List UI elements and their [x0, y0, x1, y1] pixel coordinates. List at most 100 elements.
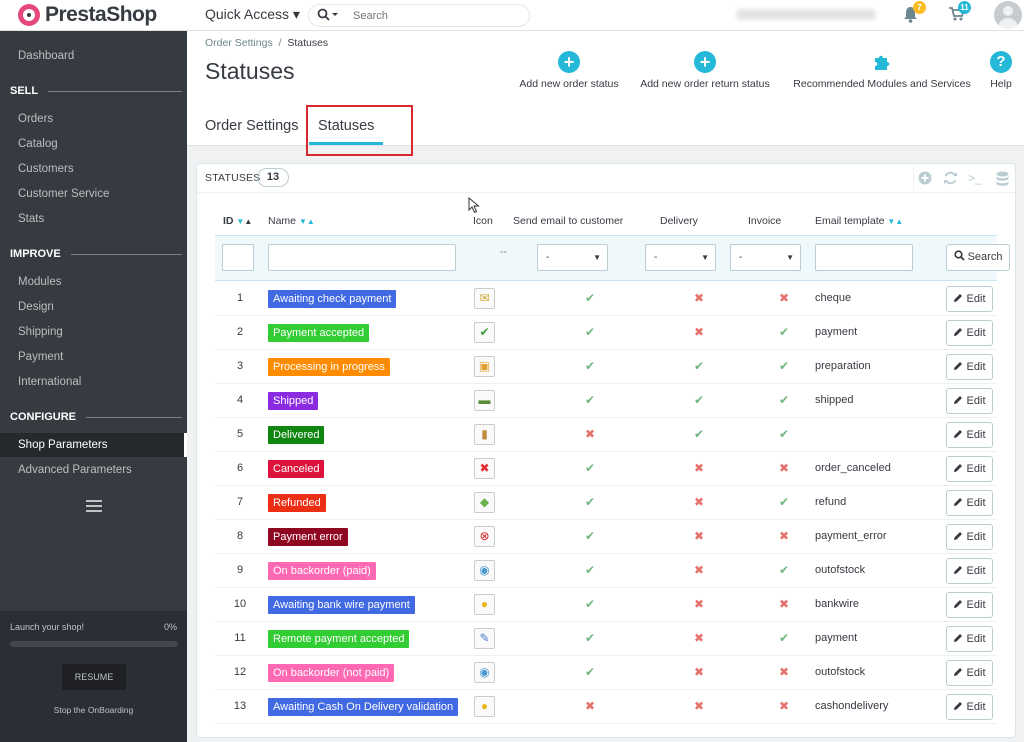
- invoice-check-icon: ✔: [778, 359, 790, 373]
- filter-name-input[interactable]: [268, 244, 456, 271]
- table-row[interactable]: 7 Refunded ◆ ✔ ✖ ✔ refund Edit: [215, 486, 997, 520]
- table-row[interactable]: 9 On backorder (paid) ◉ ✔ ✖ ✔ outofstock Edit: [215, 554, 997, 588]
- sort-asc-icon[interactable]: ▲: [895, 217, 903, 226]
- table-row[interactable]: 5 Delivered ▮ ✖ ✔ ✔ Edit: [215, 418, 997, 452]
- sidebar-item-customer-service[interactable]: Customer Service: [0, 182, 187, 206]
- notifications-bell[interactable]: 7: [903, 1, 926, 28]
- delivery-cross-icon: ✖: [693, 461, 705, 475]
- sql-query-icon[interactable]: >_: [968, 171, 982, 185]
- edit-button[interactable]: Edit: [946, 388, 993, 414]
- sidebar-item-orders[interactable]: Orders: [0, 107, 187, 131]
- edit-button[interactable]: Edit: [946, 694, 993, 720]
- sidebar-item-modules[interactable]: Modules: [0, 270, 187, 294]
- stop-onboarding-link[interactable]: Stop the OnBoarding: [0, 705, 187, 715]
- sidebar-item-shop-parameters[interactable]: Shop Parameters: [0, 433, 187, 457]
- sidebar-item-payment[interactable]: Payment: [0, 345, 187, 369]
- filter-row: -- - ▼ - ▼ - ▼ Search: [215, 235, 1010, 281]
- status-name-badge: Remote payment accepted: [268, 630, 410, 648]
- sidebar-item-catalog[interactable]: Catalog: [0, 132, 187, 156]
- sidebar-item-stats[interactable]: Stats: [0, 207, 187, 231]
- add-order-status-button[interactable]: + Add new order status: [514, 51, 624, 90]
- table-row[interactable]: 6 Canceled ✖ ✔ ✖ ✖ order_canceled Edit: [215, 452, 997, 486]
- sidebar-item-international[interactable]: International: [0, 370, 187, 394]
- pencil-icon: [954, 294, 963, 302]
- refresh-icon[interactable]: [943, 171, 958, 188]
- column-label: Email template: [815, 215, 885, 227]
- search-input[interactable]: [353, 8, 523, 23]
- shop-url-blurred[interactable]: [736, 9, 876, 20]
- database-icon[interactable]: [996, 171, 1009, 190]
- status-name-badge: Processing in progress: [268, 358, 390, 376]
- tab-order-settings[interactable]: Order Settings: [205, 118, 299, 134]
- breadcrumb-parent[interactable]: Order Settings: [205, 37, 273, 49]
- pencil-icon: [954, 362, 963, 370]
- edit-button[interactable]: Edit: [946, 286, 993, 312]
- table-row[interactable]: 8 Payment error ⊗ ✔ ✖ ✖ payment_error Edit: [215, 520, 997, 554]
- sidebar-item-dashboard[interactable]: Dashboard: [0, 44, 187, 68]
- recommended-modules-button[interactable]: Recommended Modules and Services: [787, 51, 977, 90]
- table-row[interactable]: 1 Awaiting check payment ✉ ✔ ✖ ✖ cheque Edit: [215, 282, 997, 316]
- edit-button[interactable]: Edit: [946, 660, 993, 686]
- column-label: Name: [268, 215, 297, 227]
- table-row[interactable]: 4 Shipped ▬ ✔ ✔ ✔ shipped Edit: [215, 384, 997, 418]
- quick-access-dropdown[interactable]: Quick Access ▾: [205, 6, 300, 23]
- edit-button[interactable]: Edit: [946, 422, 993, 448]
- edit-button[interactable]: Edit: [946, 354, 993, 380]
- menu-collapse-icon[interactable]: [86, 500, 102, 512]
- sort-asc-icon[interactable]: ▲: [307, 217, 315, 226]
- column-header-email-template[interactable]: Email template ▼▲: [815, 215, 903, 227]
- panel-title: STATUSES: [205, 172, 261, 184]
- delivery-cross-icon: ✖: [693, 291, 705, 305]
- sidebar-item-customers[interactable]: Customers: [0, 157, 187, 181]
- button-label: Add new order return status: [640, 78, 770, 90]
- filter-delivery-select[interactable]: - ▼: [645, 244, 716, 271]
- status-id: 7: [236, 496, 244, 508]
- button-label: Edit: [966, 633, 986, 645]
- edit-button[interactable]: Edit: [946, 456, 993, 482]
- search-icon[interactable]: [317, 8, 339, 25]
- send-email-check-icon: ✔: [584, 393, 596, 407]
- edit-button[interactable]: Edit: [946, 626, 993, 652]
- filter-id-input[interactable]: [222, 244, 254, 271]
- breadcrumb-separator: /: [278, 37, 282, 49]
- table-row[interactable]: 13 Awaiting Cash On Delivery validation ● ✖…: [215, 690, 997, 724]
- sort-desc-icon[interactable]: ▼: [299, 217, 307, 226]
- onboarding-panel: Launch your shop! 0% RESUME Stop the OnB…: [0, 611, 187, 742]
- sidebar-section-improve: IMPROVE: [10, 248, 182, 260]
- edit-button[interactable]: Edit: [946, 490, 993, 516]
- add-new-icon[interactable]: [918, 171, 932, 188]
- sort-asc-icon[interactable]: ▲: [244, 217, 252, 226]
- section-title: CONFIGURE: [10, 411, 76, 423]
- invoice-check-icon: ✔: [778, 563, 790, 577]
- employee-avatar[interactable]: [994, 1, 1022, 29]
- filter-send-email-select[interactable]: - ▼: [537, 244, 608, 271]
- filter-search-button[interactable]: Search: [946, 244, 1010, 271]
- table-row[interactable]: 3 Processing in progress ▣ ✔ ✔ ✔ preparation E…: [215, 350, 997, 384]
- sidebar-item-shipping[interactable]: Shipping: [0, 320, 187, 344]
- pencil-icon: [954, 600, 963, 608]
- button-label: Search: [967, 251, 1003, 263]
- plus-circle-icon: +: [694, 51, 716, 73]
- header-search[interactable]: [308, 4, 530, 27]
- help-button[interactable]: ? Help: [985, 51, 1017, 90]
- resume-onboarding-button[interactable]: RESUME: [62, 664, 126, 690]
- table-row[interactable]: 10 Awaiting bank wire payment ● ✔ ✖ ✖ bankwire…: [215, 588, 997, 622]
- column-header-name[interactable]: Name ▼▲: [268, 215, 315, 227]
- edit-button[interactable]: Edit: [946, 558, 993, 584]
- table-row[interactable]: 11 Remote payment accepted ✎ ✔ ✖ ✔ payment Edi…: [215, 622, 997, 656]
- filter-invoice-select[interactable]: - ▼: [730, 244, 801, 271]
- table-row[interactable]: 2 Payment accepted ✔ ✔ ✖ ✔ payment Edit: [215, 316, 997, 350]
- button-label: Edit: [966, 701, 986, 713]
- table-row[interactable]: 12 On backorder (not paid) ◉ ✔ ✖ ✖ outofstock …: [215, 656, 997, 690]
- edit-button[interactable]: Edit: [946, 524, 993, 550]
- add-return-status-button[interactable]: + Add new order return status: [633, 51, 777, 90]
- orders-notification[interactable]: 11: [948, 1, 971, 26]
- filter-email-template-input[interactable]: [815, 244, 913, 271]
- sidebar-item-design[interactable]: Design: [0, 295, 187, 319]
- prestashop-logo[interactable]: PrestaShop: [18, 3, 157, 27]
- button-label: Edit: [966, 599, 986, 611]
- edit-button[interactable]: Edit: [946, 320, 993, 346]
- column-header-id[interactable]: ID ▼▲: [223, 215, 252, 227]
- edit-button[interactable]: Edit: [946, 592, 993, 618]
- sidebar-item-advanced-parameters[interactable]: Advanced Parameters: [0, 458, 187, 482]
